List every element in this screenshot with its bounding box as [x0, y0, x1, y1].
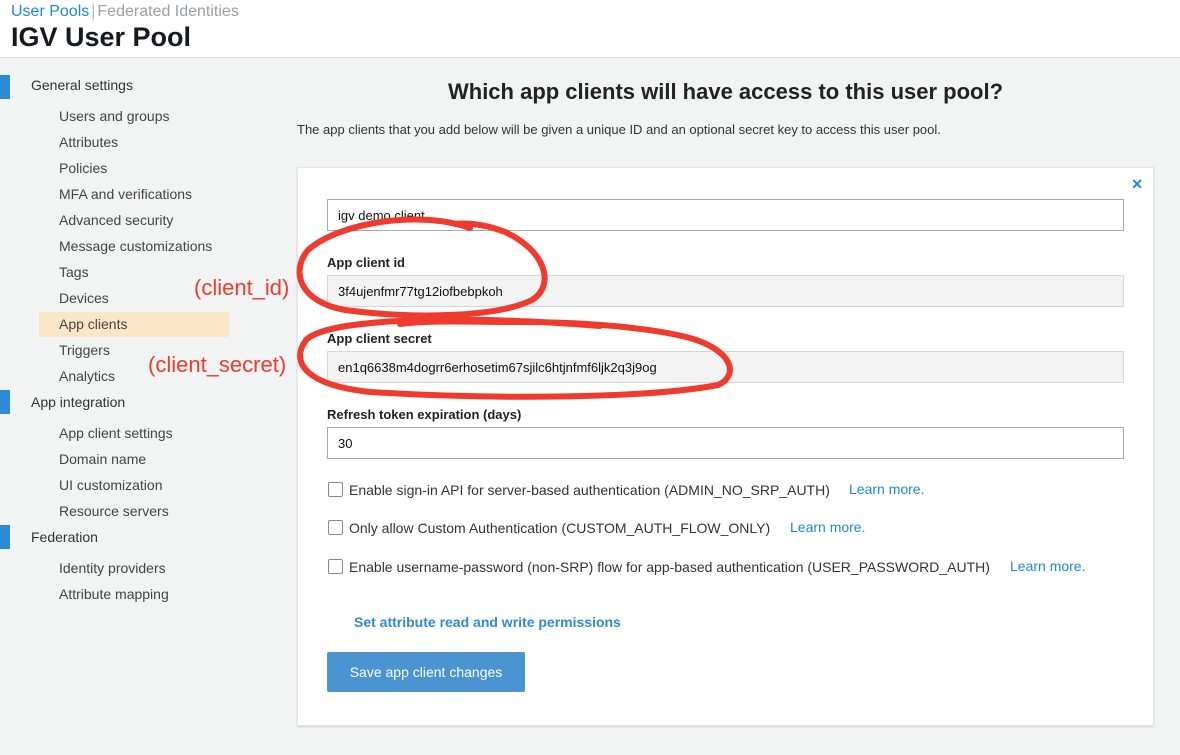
sidebar-item-attributes[interactable]: Attributes	[59, 134, 118, 150]
set-attribute-permissions-link[interactable]: Set attribute read and write permissions	[354, 614, 621, 630]
app-client-id-field[interactable]	[327, 275, 1124, 307]
annotation-client-id: (client_id)	[194, 275, 290, 300]
sidebar-item-analytics[interactable]: Analytics	[59, 368, 115, 384]
app-client-name-input[interactable]	[327, 199, 1124, 231]
checkbox-label: Enable sign-in API for server-based auth…	[349, 482, 830, 498]
sidebar-item-domain-name[interactable]: Domain name	[59, 451, 146, 467]
sidebar-section-general-settings[interactable]: General settings	[31, 77, 133, 93]
app-client-id-label: App client id	[327, 255, 405, 270]
sidebar-item-devices[interactable]: Devices	[59, 290, 109, 306]
save-app-client-button[interactable]: Save app client changes	[327, 652, 525, 692]
sidebar-item-ui-customization[interactable]: UI customization	[59, 477, 162, 493]
tab-separator: |	[91, 3, 96, 20]
sidebar-item-policies[interactable]: Policies	[59, 160, 107, 176]
sidebar-section-federation[interactable]: Federation	[31, 529, 98, 545]
sidebar-item-users-and-groups[interactable]: Users and groups	[59, 108, 170, 124]
tab-federated-identities[interactable]: Federated Identities	[97, 3, 238, 20]
sidebar: General settings Users and groups Attrib…	[0, 58, 290, 755]
checkbox-label: Enable username-password (non-SRP) flow …	[349, 559, 990, 575]
sidebar-item-attribute-mapping[interactable]: Attribute mapping	[59, 586, 169, 602]
page-header: User Pools | Federated Identities IGV User…	[0, 0, 1180, 58]
sidebar-item-triggers[interactable]: Triggers	[59, 342, 110, 358]
app-client-panel: ✕ App client id App client secret Refres…	[297, 167, 1154, 726]
close-icon[interactable]: ✕	[1131, 176, 1143, 193]
tab-user-pools[interactable]: User Pools	[11, 3, 89, 20]
sidebar-item-identity-providers[interactable]: Identity providers	[59, 560, 166, 576]
sidebar-item-tags[interactable]: Tags	[59, 264, 89, 280]
sidebar-item-message-customizations[interactable]: Message customizations	[59, 238, 212, 254]
main-description: The app clients that you add below will …	[297, 122, 941, 137]
sidebar-item-resource-servers[interactable]: Resource servers	[59, 503, 169, 519]
sidebar-item-advanced-security[interactable]: Advanced security	[59, 212, 173, 228]
top-tabs: User Pools | Federated Identities	[11, 3, 239, 21]
sidebar-item-app-client-settings[interactable]: App client settings	[59, 425, 173, 441]
app-client-secret-field[interactable]	[327, 351, 1124, 383]
main-heading: Which app clients will have access to th…	[447, 79, 1004, 104]
section-indicator-federation	[0, 525, 10, 549]
section-indicator-app-integration	[0, 390, 10, 414]
sidebar-section-app-integration[interactable]: App integration	[31, 394, 125, 410]
refresh-token-label: Refresh token expiration (days)	[327, 407, 522, 422]
learn-more-link[interactable]: Learn more.	[849, 481, 924, 497]
sidebar-item-app-clients[interactable]: App clients	[59, 316, 127, 332]
learn-more-link[interactable]: Learn more.	[790, 519, 865, 535]
checkbox-custom-auth-flow-only[interactable]	[328, 520, 343, 535]
sidebar-item-mfa[interactable]: MFA and verifications	[59, 186, 192, 202]
checkbox-user-password-auth[interactable]	[328, 559, 343, 574]
annotation-client-secret: (client_secret)	[148, 352, 287, 377]
app-client-secret-label: App client secret	[327, 331, 432, 346]
learn-more-link[interactable]: Learn more.	[1010, 558, 1085, 574]
checkbox-label: Only allow Custom Authentication (CUSTOM…	[349, 520, 771, 536]
page-title: IGV User Pool	[11, 22, 192, 52]
checkbox-admin-no-srp-auth[interactable]	[328, 482, 343, 497]
refresh-token-input[interactable]	[327, 427, 1124, 459]
section-indicator-general	[0, 75, 10, 99]
